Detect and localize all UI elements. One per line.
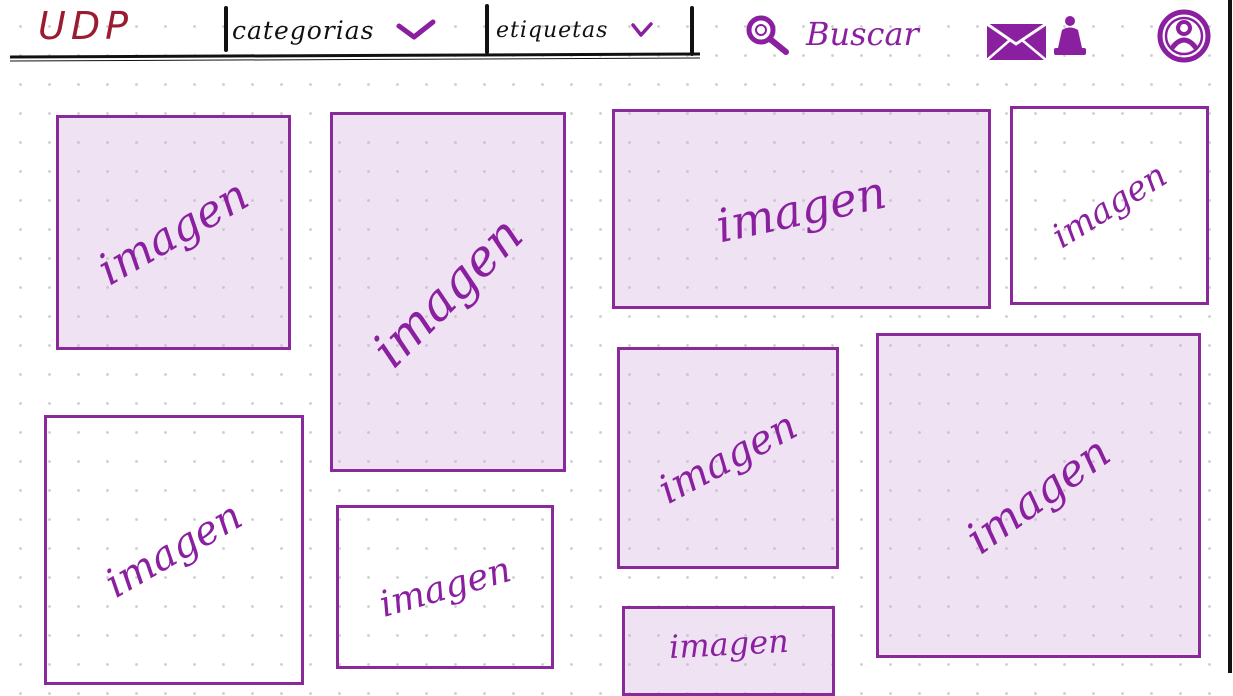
page-edge-border xyxy=(1228,0,1232,673)
image-placeholder-label: imagen xyxy=(711,164,892,254)
menu-divider xyxy=(224,6,228,52)
image-card[interactable]: imagen xyxy=(876,333,1201,658)
tags-label: etiquetas xyxy=(496,17,609,43)
image-placeholder-label: imagen xyxy=(89,169,258,296)
image-card[interactable]: imagen xyxy=(330,112,566,472)
mail-icon[interactable] xyxy=(986,22,1048,62)
image-card[interactable]: imagen xyxy=(622,606,835,696)
chevron-down-icon xyxy=(396,18,436,42)
image-card[interactable]: imagen xyxy=(617,347,839,569)
tags-dropdown[interactable]: etiquetas xyxy=(496,8,676,52)
categories-label: categorias xyxy=(232,15,375,45)
header-underline xyxy=(9,52,701,62)
image-placeholder-label: imagen xyxy=(97,492,251,608)
user-avatar-icon[interactable] xyxy=(1155,8,1213,64)
image-placeholder-label: imagen xyxy=(956,426,1121,565)
image-placeholder-label: imagen xyxy=(651,402,805,514)
logo[interactable]: UDP xyxy=(38,4,133,48)
image-card[interactable]: imagen xyxy=(336,505,554,669)
image-card[interactable]: imagen xyxy=(56,115,291,350)
image-card[interactable]: imagen xyxy=(612,109,991,309)
search-icon xyxy=(742,12,790,56)
chevron-down-icon xyxy=(630,20,654,40)
image-placeholder-label: imagen xyxy=(361,205,535,379)
image-placeholder-label: imagen xyxy=(1044,154,1175,257)
categories-dropdown[interactable]: categorias xyxy=(232,8,472,52)
search-button[interactable]: Buscar xyxy=(742,12,919,56)
image-card[interactable]: imagen xyxy=(1010,106,1209,305)
image-card[interactable]: imagen xyxy=(44,415,304,685)
search-label: Buscar xyxy=(806,15,919,53)
bell-icon[interactable] xyxy=(1052,14,1088,58)
image-placeholder-label: imagen xyxy=(667,621,790,667)
menu-divider xyxy=(485,4,489,54)
image-placeholder-label: imagen xyxy=(374,548,516,626)
menu-divider xyxy=(690,6,694,56)
